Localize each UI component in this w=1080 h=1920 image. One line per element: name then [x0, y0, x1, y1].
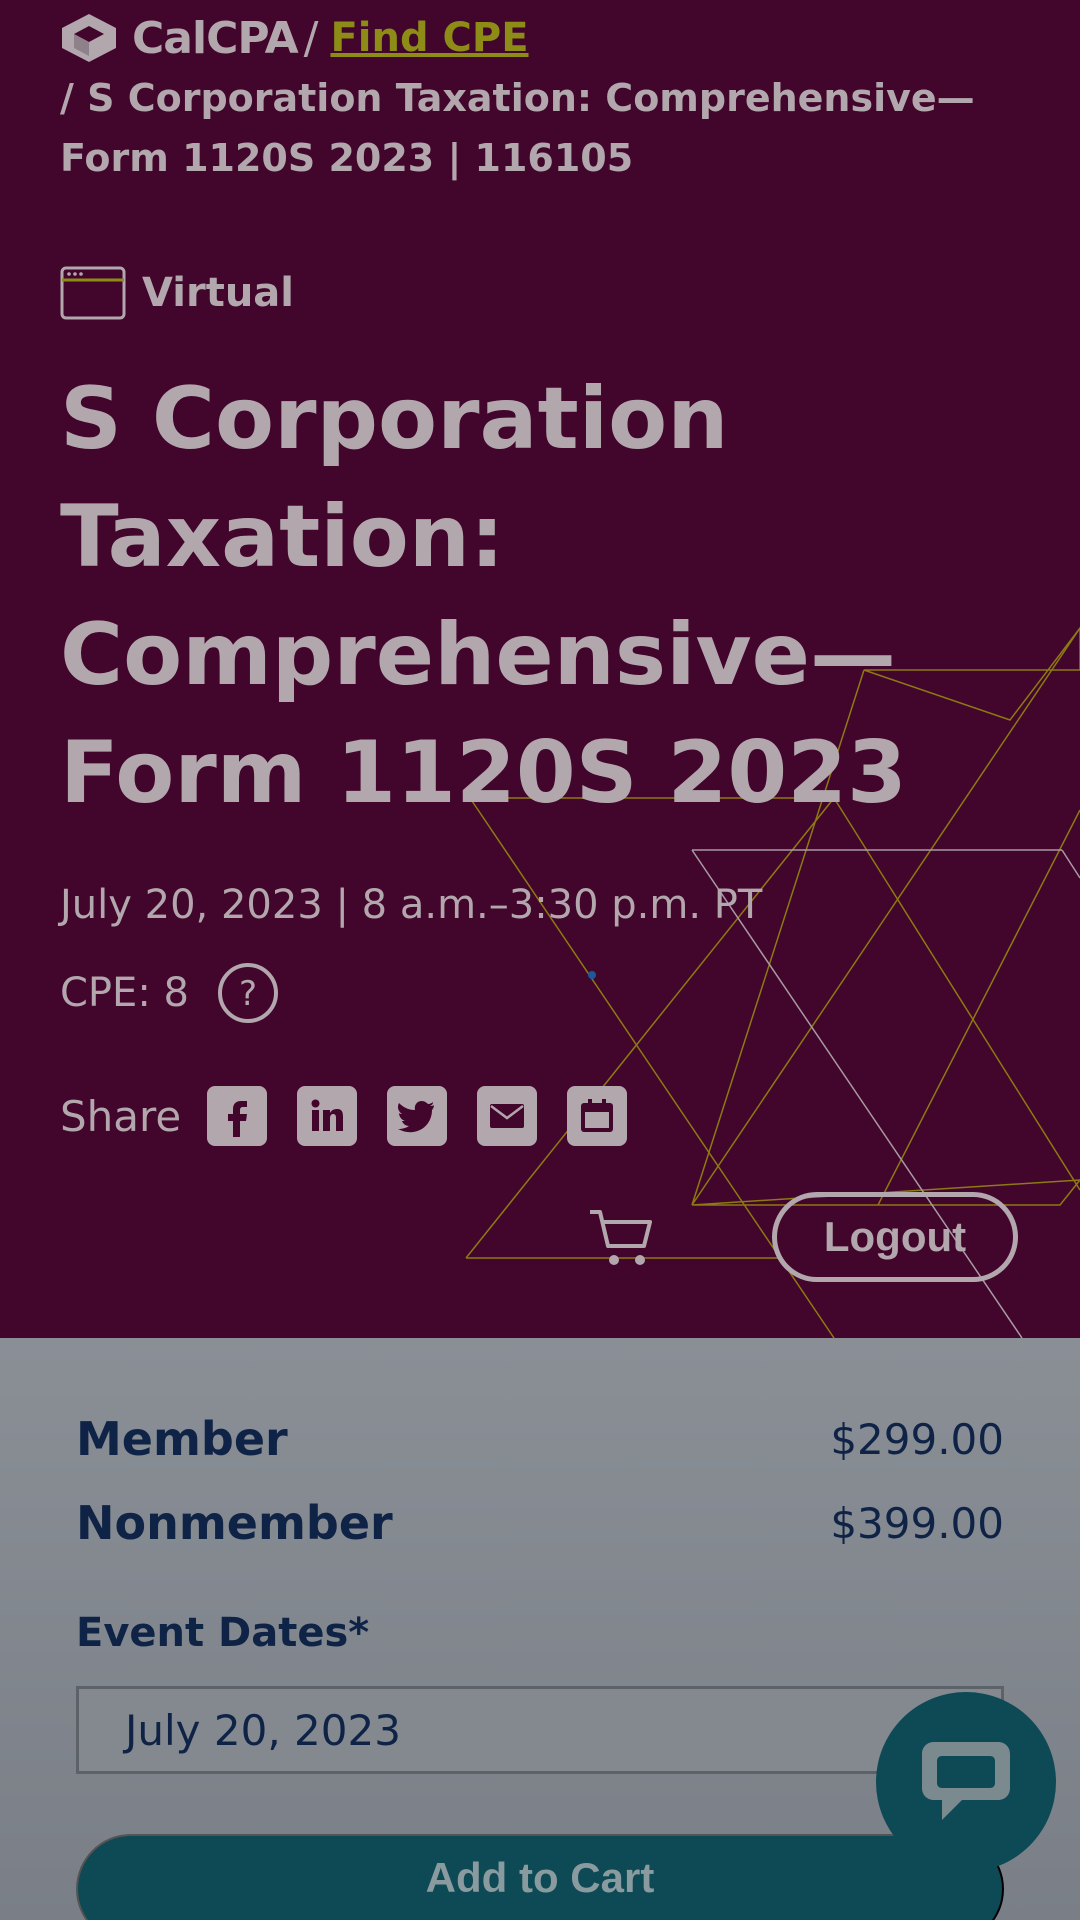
- find-cpe-link[interactable]: Find CPE: [330, 15, 528, 61]
- event-date-selected: July 20, 2023: [125, 1705, 401, 1755]
- help-icon[interactable]: ?: [217, 962, 279, 1024]
- svg-text:?: ?: [239, 974, 257, 1014]
- share-label: Share: [60, 1091, 182, 1141]
- facebook-share-button[interactable]: [207, 1086, 268, 1146]
- twitter-share-button[interactable]: [387, 1086, 448, 1146]
- chat-button[interactable]: [876, 1692, 1056, 1872]
- email-icon: [490, 1104, 525, 1128]
- linkedin-icon: [311, 1099, 344, 1131]
- breadcrumb: CalCPA / Find CPE / S Corporation Taxati…: [60, 12, 1040, 188]
- format-label: Virtual: [142, 270, 294, 316]
- cpe-value: CPE: 8: [60, 970, 189, 1016]
- page-title: S Corporation Taxation: Comprehensive—Fo…: [60, 369, 907, 823]
- breadcrumb-current: / S Corporation Taxation: Comprehensive—…: [60, 76, 975, 180]
- member-price-row: Member $299.00: [76, 1412, 1004, 1466]
- linkedin-share-button[interactable]: [297, 1086, 358, 1146]
- virtual-window-icon: [60, 266, 126, 320]
- calcpa-logo-icon: [62, 14, 116, 62]
- event-datetime: July 20, 2023 | 8 a.m.–3:30 p.m. PT: [60, 882, 763, 928]
- email-share-button[interactable]: [477, 1086, 538, 1146]
- nonmember-price-row: Nonmember $399.00: [76, 1496, 1004, 1550]
- member-price: $299.00: [830, 1414, 1004, 1464]
- event-dates-label: Event Dates*: [76, 1610, 370, 1656]
- event-date-select[interactable]: July 20, 2023: [76, 1686, 1004, 1774]
- cart-icon[interactable]: [588, 1206, 658, 1268]
- calcpa-logo[interactable]: CalCPA: [132, 13, 299, 64]
- logout-button[interactable]: Logout: [772, 1192, 1018, 1282]
- member-label: Member: [76, 1412, 288, 1466]
- share-bar: Share: [60, 1086, 657, 1146]
- breadcrumb-separator: /: [303, 12, 319, 64]
- twitter-icon: [398, 1101, 435, 1133]
- calendar-share-button[interactable]: [567, 1086, 628, 1146]
- event-format: Virtual: [60, 266, 294, 320]
- nonmember-price: $399.00: [830, 1498, 1004, 1548]
- add-to-cart-button[interactable]: Add to Cart: [76, 1834, 1004, 1920]
- nonmember-label: Nonmember: [76, 1496, 393, 1550]
- chat-icon: [922, 1742, 1010, 1820]
- event-hero: CalCPA / Find CPE / S Corporation Taxati…: [0, 0, 1080, 1338]
- facebook-icon: [228, 1101, 248, 1137]
- calendar-icon: [581, 1099, 614, 1132]
- cpe-credits: CPE: 8 ?: [60, 962, 279, 1024]
